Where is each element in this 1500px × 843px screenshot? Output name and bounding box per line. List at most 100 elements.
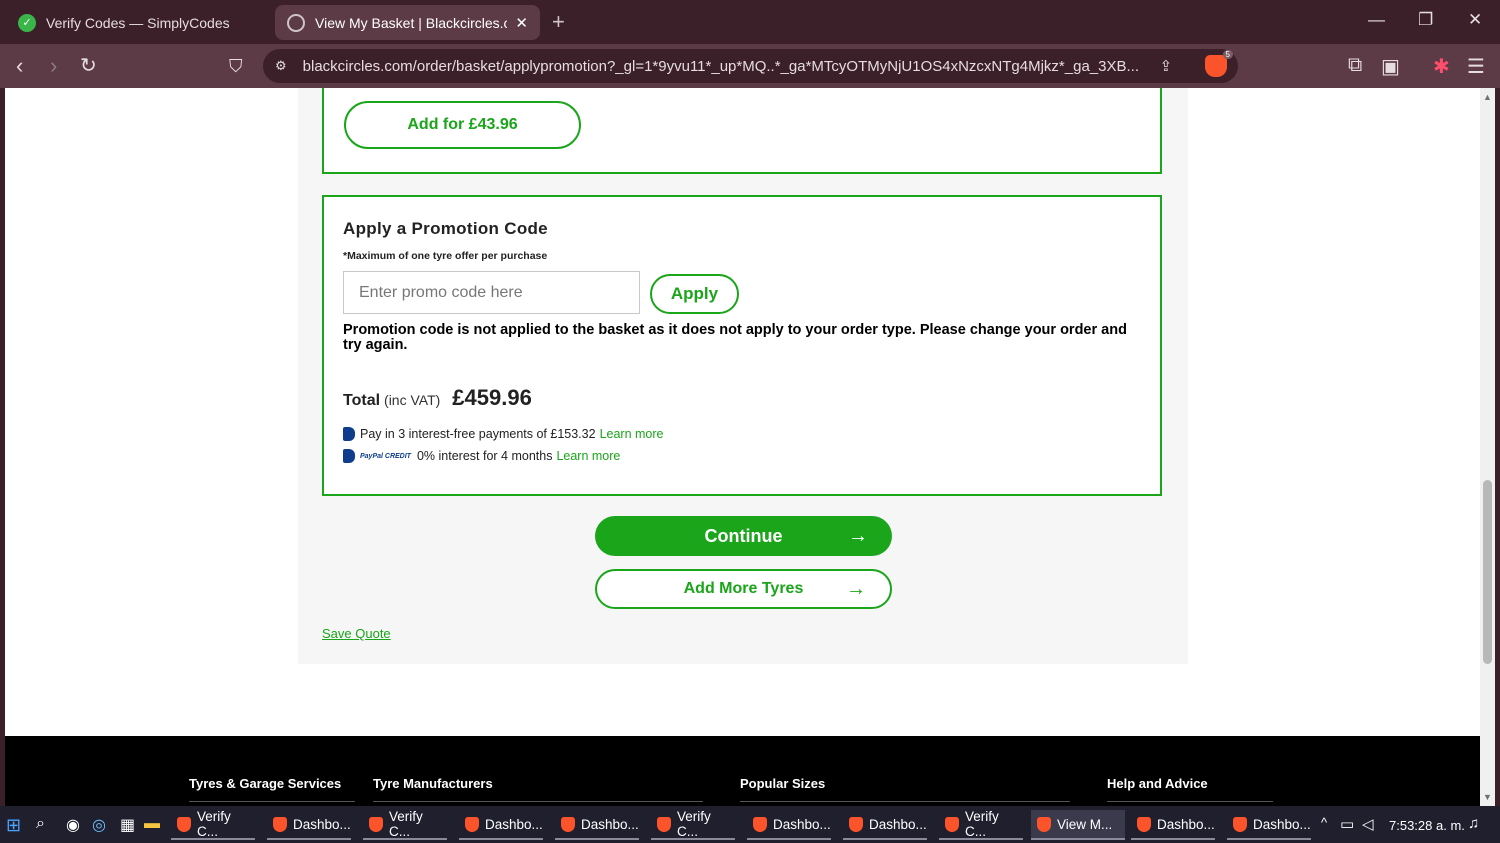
scrollbar-thumb[interactable] bbox=[1483, 480, 1492, 664]
tab-view-basket[interactable]: View My Basket | Blackcircles.com ✕ bbox=[275, 5, 540, 40]
back-icon[interactable]: ‹ bbox=[16, 53, 23, 79]
taskbar-item-label: View M... bbox=[1057, 816, 1113, 832]
close-tab-icon[interactable]: ✕ bbox=[515, 14, 528, 32]
taskbar-item[interactable]: Dashbo... bbox=[267, 810, 351, 840]
taskbar-item[interactable]: Dashbo... bbox=[555, 810, 639, 840]
paypal-icon bbox=[343, 427, 355, 441]
volume-icon[interactable]: ◁ bbox=[1362, 815, 1374, 833]
scroll-up-icon[interactable]: ▲ bbox=[1483, 92, 1492, 102]
learn-more-link[interactable]: Learn more bbox=[600, 427, 664, 441]
taskbar-item[interactable]: Dashbo... bbox=[1131, 810, 1215, 840]
brave-icon bbox=[945, 816, 959, 832]
basket-panel: Add for £43.96 Apply a Promotion Code *M… bbox=[298, 88, 1188, 664]
brave-icon bbox=[1137, 816, 1151, 832]
promo-heading: Apply a Promotion Code bbox=[343, 219, 548, 238]
arrow-right-icon: → bbox=[848, 524, 868, 547]
footer-col-popular-sizes[interactable]: Popular Sizes bbox=[740, 776, 1070, 802]
brave-icon bbox=[1233, 816, 1247, 832]
close-window-icon[interactable]: ✕ bbox=[1468, 10, 1482, 30]
extensions-icon[interactable]: ⧉ bbox=[1348, 54, 1362, 77]
brave-icon bbox=[465, 816, 479, 832]
share-icon[interactable]: ⇪ bbox=[1160, 57, 1173, 75]
globe-favicon-icon bbox=[287, 13, 305, 32]
taskbar-item[interactable]: Dashbo... bbox=[747, 810, 831, 840]
footer-col-tyres-garage[interactable]: Tyres & Garage Services bbox=[189, 776, 355, 802]
taskbar-item-label: Dashbo... bbox=[485, 816, 543, 832]
bookmark-icon[interactable]: ⛉ bbox=[229, 53, 243, 79]
tab-title: Verify Codes — SimplyCodes bbox=[46, 14, 230, 31]
windows-start-icon[interactable]: ⊞ bbox=[6, 815, 21, 836]
paypal-credit: PayPal CREDIT 0% interest for 4 months L… bbox=[343, 449, 620, 463]
save-quote-link[interactable]: Save Quote bbox=[322, 626, 391, 641]
taskbar-item[interactable]: Verify C... bbox=[363, 809, 447, 840]
taskbar-item[interactable]: Verify C... bbox=[939, 809, 1023, 840]
add-more-tyres-button[interactable]: Add More Tyres → bbox=[595, 569, 892, 609]
tyre-offer-card: Add for £43.96 bbox=[322, 88, 1162, 174]
taskbar-item-label: Dashbo... bbox=[1157, 816, 1215, 832]
notification-bell-icon[interactable]: ♫ bbox=[1468, 815, 1479, 832]
taskbar-item-label: Verify C... bbox=[677, 809, 711, 839]
continue-button[interactable]: Continue → bbox=[595, 516, 892, 556]
brave-icon bbox=[561, 816, 575, 832]
new-tab-icon[interactable]: + bbox=[552, 9, 565, 35]
camera-app-icon[interactable]: ◉ bbox=[66, 815, 80, 835]
brave-icon bbox=[849, 816, 863, 832]
calculator-icon[interactable]: ▦ bbox=[120, 815, 135, 835]
site-settings-icon[interactable]: ⚙ bbox=[275, 58, 287, 74]
promo-code-input[interactable] bbox=[343, 271, 640, 314]
address-bar[interactable]: ⚙ blackcircles.com/order/basket/applypro… bbox=[263, 49, 1238, 83]
learn-more-link[interactable]: Learn more bbox=[556, 449, 620, 463]
clock[interactable]: 7:53:28 a. m. bbox=[1389, 818, 1465, 833]
network-icon[interactable]: ▭ bbox=[1340, 815, 1354, 833]
menu-icon[interactable]: ☰ bbox=[1467, 54, 1485, 79]
tab-verify-codes[interactable]: ✓ Verify Codes — SimplyCodes bbox=[6, 5, 268, 40]
paypal-credit-logo: PayPal CREDIT bbox=[360, 452, 411, 460]
paypal-credit-icon bbox=[343, 449, 355, 463]
wallet-icon[interactable]: ▣ bbox=[1381, 54, 1400, 79]
forward-icon[interactable]: › bbox=[50, 53, 57, 79]
promo-code-card: Apply a Promotion Code *Maximum of one t… bbox=[322, 195, 1162, 496]
taskbar-item[interactable]: Dashbo... bbox=[459, 810, 543, 840]
paypal-credit-text: 0% interest for 4 months bbox=[416, 449, 553, 463]
continue-label: Continue bbox=[704, 525, 783, 546]
page-viewport: Add for £43.96 Apply a Promotion Code *M… bbox=[5, 88, 1480, 806]
minimize-icon[interactable]: — bbox=[1368, 10, 1385, 30]
brave-icon bbox=[273, 816, 287, 832]
simplycodes-favicon-icon: ✓ bbox=[18, 13, 36, 32]
file-explorer-icon[interactable]: ▬ bbox=[144, 815, 160, 833]
promo-error-message: Promotion code is not applied to the bas… bbox=[343, 322, 1127, 353]
brave-icon bbox=[657, 816, 671, 832]
taskbar-item[interactable]: Verify C... bbox=[171, 809, 255, 840]
brave-shields-icon[interactable]: 5 bbox=[1205, 50, 1233, 77]
taskbar-item-label: Dashbo... bbox=[581, 816, 639, 832]
profile-icon[interactable]: ✱ bbox=[1433, 54, 1450, 79]
shields-count-badge: 5 bbox=[1222, 50, 1233, 59]
maps-app-icon[interactable]: ◎ bbox=[92, 815, 106, 835]
order-total: Total (inc VAT) £459.96 bbox=[343, 385, 532, 411]
restore-icon[interactable]: ❐ bbox=[1418, 10, 1433, 30]
taskbar-item-label: Dashbo... bbox=[293, 816, 351, 832]
taskbar-item-label: Dashbo... bbox=[773, 816, 831, 832]
taskbar-item-label: Verify C... bbox=[389, 809, 423, 839]
search-icon[interactable]: ⌕ bbox=[36, 815, 45, 833]
taskbar-item[interactable]: Verify C... bbox=[651, 809, 735, 840]
taskbar-item[interactable]: Dashbo... bbox=[1227, 810, 1311, 840]
pay-in-3-text: Pay in 3 interest-free payments of £153.… bbox=[360, 427, 596, 441]
tab-strip: ✓ Verify Codes — SimplyCodes View My Bas… bbox=[0, 0, 1500, 44]
taskbar-item-label: Dashbo... bbox=[869, 816, 927, 832]
total-vat-label: (inc VAT) bbox=[384, 392, 441, 408]
apply-button[interactable]: Apply bbox=[650, 274, 739, 314]
url-text[interactable]: blackcircles.com/order/basket/applypromo… bbox=[303, 58, 1148, 75]
tab-title: View My Basket | Blackcircles.com bbox=[315, 14, 508, 31]
taskbar-item[interactable]: Dashbo... bbox=[843, 810, 927, 840]
add-more-label: Add More Tyres bbox=[683, 580, 804, 597]
taskbar-item-label: Dashbo... bbox=[1253, 816, 1311, 832]
footer-col-help-advice[interactable]: Help and Advice bbox=[1107, 776, 1273, 802]
chevron-up-icon[interactable]: ^ bbox=[1321, 815, 1327, 830]
page-scrollbar[interactable]: ▲ ▼ bbox=[1480, 88, 1495, 806]
scroll-down-icon[interactable]: ▼ bbox=[1483, 792, 1492, 802]
add-offer-button[interactable]: Add for £43.96 bbox=[344, 101, 581, 149]
reload-icon[interactable]: ↻ bbox=[80, 53, 97, 79]
footer-col-tyre-manufacturers[interactable]: Tyre Manufacturers bbox=[373, 776, 703, 802]
taskbar-item-active[interactable]: View M... bbox=[1031, 810, 1125, 840]
